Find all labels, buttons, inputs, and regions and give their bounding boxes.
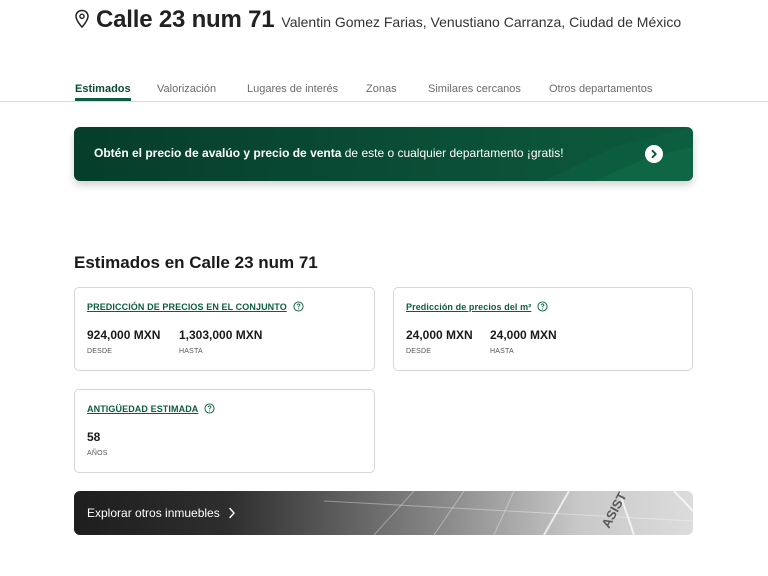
estimated-age-link[interactable]: Antigüedad estimada: [87, 404, 198, 414]
card-title: Antigüedad estimada: [87, 403, 215, 414]
property-header: Calle 23 num 71 Valentin Gomez Farias, V…: [74, 6, 681, 34]
appraisal-banner[interactable]: Obtén el precio de avalúo y precio de ve…: [74, 127, 693, 181]
m2-to-value: 24,000 MXN: [490, 328, 557, 342]
tab-otros-departamentos[interactable]: Otros departamentos: [549, 83, 652, 100]
map-pin-icon: [75, 9, 89, 29]
price-per-m2-link[interactable]: Predicción de precios del m²: [406, 302, 531, 312]
price-prediction-card: Predicción de precios en el conjunto 924…: [74, 287, 375, 371]
tab-valorizacion[interactable]: Valorización: [157, 83, 216, 100]
chevron-right-circle-icon[interactable]: [645, 145, 663, 163]
m2-from-caption: Desde: [406, 348, 432, 355]
banner-bold-text: Obtén el precio de avalúo y precio de ve…: [94, 146, 342, 160]
section-title: Estimados en Calle 23 num 71: [74, 253, 318, 272]
banner-text: Obtén el precio de avalúo y precio de ve…: [94, 146, 564, 160]
price-from-value: 924,000 MXN: [87, 328, 161, 342]
price-prediction-link[interactable]: Predicción de precios en el conjunto: [87, 302, 287, 312]
tab-zonas[interactable]: Zonas: [366, 83, 397, 100]
tab-estimados[interactable]: Estimados: [75, 83, 131, 101]
page-title: Calle 23 num 71: [96, 6, 275, 33]
tab-similares-cercanos[interactable]: Similares cercanos: [428, 83, 521, 100]
age-value: 58: [87, 430, 101, 444]
age-caption: Años: [87, 450, 108, 457]
m2-to-caption: Hasta: [490, 348, 514, 355]
tab-lugares-de-interes[interactable]: Lugares de interés: [247, 83, 338, 100]
section-tabs: Estimados Valorización Lugares de interé…: [0, 80, 768, 102]
explore-label: Explorar otros inmuebles: [87, 506, 220, 520]
m2-from-value: 24,000 MXN: [406, 328, 473, 342]
estimated-age-card: Antigüedad estimada 58 Años: [74, 389, 375, 473]
help-icon[interactable]: [537, 301, 548, 312]
price-to-caption: Hasta: [179, 348, 203, 355]
chevron-right-icon: [229, 507, 235, 519]
help-icon[interactable]: [293, 301, 304, 312]
card-title: Predicción de precios del m²: [406, 301, 548, 312]
card-title: Predicción de precios en el conjunto: [87, 301, 304, 312]
price-from-caption: Desde: [87, 348, 113, 355]
help-icon[interactable]: [204, 403, 215, 414]
price-to-value: 1,303,000 MXN: [179, 328, 263, 342]
explore-properties-button[interactable]: ASIST Explorar otros inmuebles: [74, 491, 693, 535]
price-per-m2-card: Predicción de precios del m² 24,000 MXN …: [393, 287, 693, 371]
banner-rest-text: de este o cualquier departamento ¡gratis…: [341, 146, 564, 160]
property-address: Valentin Gomez Farias, Venustiano Carran…: [281, 14, 682, 30]
